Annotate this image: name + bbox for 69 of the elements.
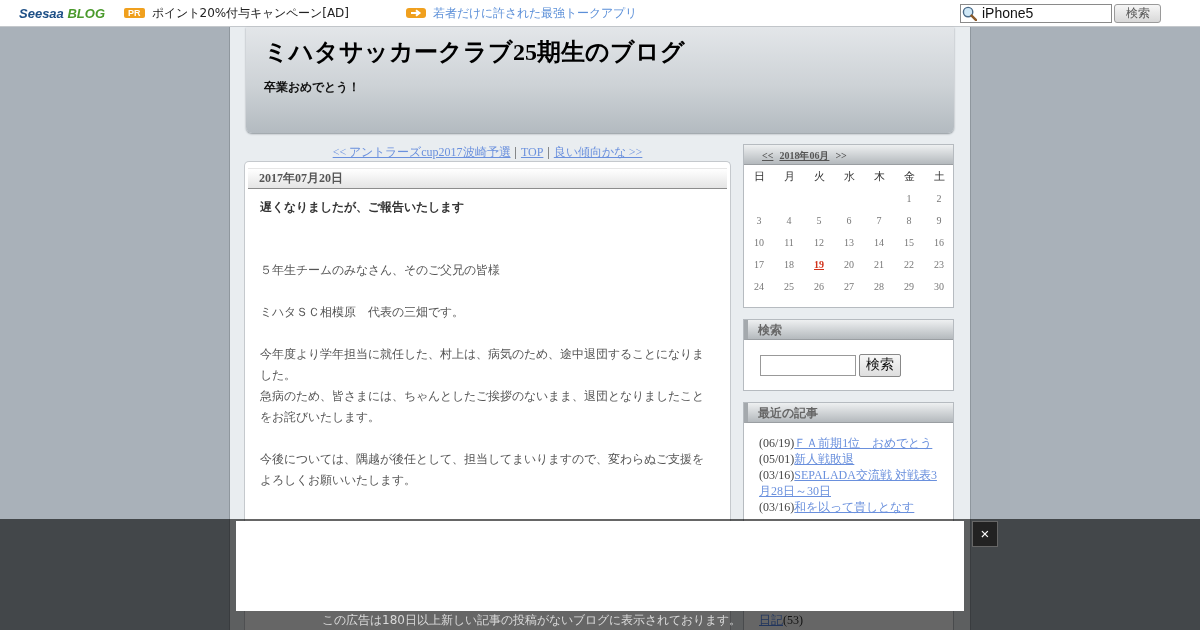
widget-title: 検索 [744,320,953,340]
weekday-label: 水 [843,168,855,184]
post-date: 2017年07月20日 [248,168,727,189]
weekday-label: 火 [813,168,825,184]
promo-link[interactable]: 若者だけに許された最強トークアプリ [433,4,637,22]
calendar-day: 5 [816,214,822,226]
ad-link[interactable]: ポイント20%付与キャンペーン[AD] [151,4,349,22]
calendar-day: 29 [904,280,914,292]
weekday-label: 土 [933,168,945,184]
weekday-label: 木 [873,168,885,184]
nav-separator: | [547,145,550,159]
calendar-day: 24 [754,280,764,292]
post-text: 今後については、隅越が後任として、担当してまいりますので、変わらぬご支援をよろしくお願いいたします。 [260,451,705,489]
weekday-label: 月 [783,168,795,184]
calendar-day: 22 [904,258,914,270]
calendar-day: 15 [904,236,914,248]
calendar-day: 18 [784,258,794,270]
search-field[interactable]: iPhone5 [960,3,1112,23]
calendar-day: 28 [874,280,884,292]
calendar-day: 12 [814,236,824,248]
recent-post-item[interactable]: (03/16)SEPALADA交流戦 対戦表3月28日～30日 [759,467,939,499]
recent-post-item[interactable]: (06/19)ＦＡ前期1位 おめでとう [759,435,939,451]
pr-badge: PR [124,8,145,18]
weekday-label: 金 [903,168,915,184]
month-link[interactable]: 2018年06月 [779,145,830,164]
search-icon [962,5,977,21]
calendar-day: 1 [906,192,912,204]
logo[interactable]: Seesaa BLOG [19,5,105,21]
next-month-label: >> [835,149,847,163]
calendar-day: 27 [844,280,854,292]
calendar-day: 11 [784,236,794,248]
post-text: 今年度より学年担当に就任した、村上は、病気のため、途中退団することになりました。 [260,346,705,384]
post-lead-text: 遅くなりましたが、ご報告いたします [260,199,465,216]
calendar-day: 16 [934,236,944,248]
weekday-label: 日 [753,168,765,184]
calendar-day: 8 [906,214,912,226]
calendar-day[interactable]: 19 [814,258,824,270]
calendar-day: 20 [844,258,854,270]
post-text: ５年生チームのみなさん、そのご父兄の皆様 [260,262,501,279]
calendar-day: 23 [934,258,944,270]
calendar-day: 25 [784,280,794,292]
search-button[interactable]: 検索 [1114,3,1161,23]
calendar-day: 4 [786,214,792,226]
calendar-day: 30 [934,280,944,292]
blog-subtitle: 卒業おめでとう！ [264,81,361,93]
calendar-day: 9 [936,214,942,226]
calendar-day: 13 [844,236,854,248]
post-text: 急病のため、皆さまには、ちゃんとしたご挨拶のないまま、退団となりましたことをお詫びいたします。 [260,388,705,426]
prev-month-link[interactable]: << [762,145,774,164]
recent-post-item[interactable]: (05/01)新人戦敗退 [759,451,939,467]
calendar-day: 7 [876,214,882,226]
nav-separator: | [514,145,517,159]
calendar-day: 3 [756,214,762,226]
calendar-day: 10 [754,236,764,248]
category-count: (53) [783,613,803,627]
blog-title[interactable]: ミハタサッカークラブ25期生のブログ [264,37,936,67]
calendar-day: 2 [936,192,942,204]
search-input[interactable] [760,354,856,376]
post-text: ミハタＳＣ相模原 代表の三畑です。 [260,304,465,321]
calendar-day: 14 [874,236,884,248]
ad-notice: この広告は180日以上新しい記事の投稿がないブログに表示されております。 [322,613,741,628]
calendar-day: 6 [846,214,852,226]
recent-post-item[interactable]: (03/16)和を以って貴しとなす [759,499,939,515]
calendar-day: 17 [754,258,764,270]
calendar-day: 26 [814,280,824,292]
calendar-day: 21 [874,258,884,270]
close-button[interactable]: × [972,521,998,547]
search-button[interactable]: 検索 [859,353,901,377]
widget-title: 最近の記事 [744,403,953,423]
